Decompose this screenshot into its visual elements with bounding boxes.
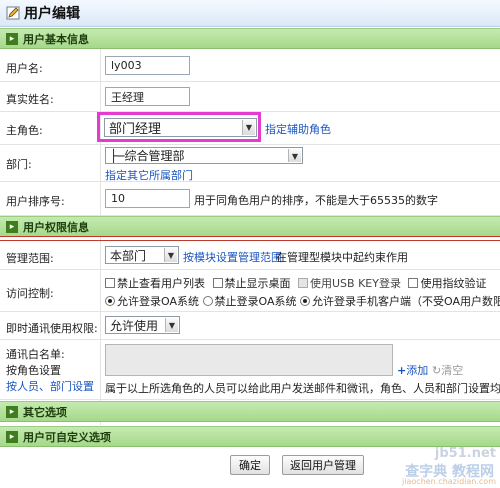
watermark-site: jb51.net <box>434 446 496 461</box>
realname-input[interactable]: 王经理 <box>105 87 190 106</box>
section-basic-info[interactable]: ▸ 用户基本信息 <box>0 28 500 49</box>
radio-allow-oa[interactable]: 允许登录OA系统 <box>105 295 199 308</box>
section-basic-title: 用户基本信息 <box>23 32 89 46</box>
section-custom-title: 用户可自定义选项 <box>23 430 111 444</box>
department-select-value: ├─综合管理部 <box>110 149 185 163</box>
access-checkbox-group: 禁止查看用户列表 禁止显示桌面 使用USB KEY登录 使用指纹验证 <box>105 275 486 291</box>
whitelist-label: 通讯白名单: <box>6 348 65 361</box>
dropdown-arrow-icon: ▼ <box>165 318 178 332</box>
manage-scope-label: 管理范围: <box>6 252 54 265</box>
sort-order-value: 10 <box>111 192 125 205</box>
sort-order-label: 用户排序号: <box>6 195 65 208</box>
clear-link-label: 清空 <box>441 364 464 377</box>
clear-icon: ↻ <box>432 364 442 377</box>
plus-icon: + <box>397 364 407 377</box>
row-manage-scope: 管理范围: 本部门 ▼ 按模块设置管理范围 在管理型模块中起约束作用 <box>0 242 500 270</box>
role-select-value: 部门经理 <box>109 122 162 137</box>
ok-button[interactable]: 确定 <box>230 455 270 475</box>
checkbox-label: 使用指纹验证 <box>420 277 487 290</box>
whitelist-textarea[interactable] <box>105 344 393 376</box>
manage-scope-value: 本部门 <box>110 248 147 263</box>
checkbox-hide-desktop[interactable]: 禁止显示桌面 <box>212 277 291 290</box>
manage-scope-note: 在管理型模块中起约束作用 <box>276 251 408 264</box>
checkbox-label: 禁止查看用户列表 <box>117 277 205 290</box>
row-access-control: 访问控制: 禁止查看用户列表 禁止显示桌面 使用USB KEY登录 使用指纹验证… <box>0 270 500 312</box>
row-role: 主角色: 部门经理 ▼ 指定辅助角色 <box>0 112 500 145</box>
edit-pencil-icon <box>6 6 20 20</box>
sort-order-input[interactable]: 10 <box>105 189 190 208</box>
checkbox-usb-key[interactable]: 使用USB KEY登录 <box>298 277 401 290</box>
checkbox-label: 使用USB KEY登录 <box>310 277 401 290</box>
whitelist-note: 属于以上所选角色的人员可以给此用户发送邮件和微讯，角色、人员和部门设置均为空时 <box>105 382 500 395</box>
access-control-label: 访问控制: <box>6 287 54 300</box>
sort-order-note: 用于同角色用户的排序，不能是大于65535的数字 <box>194 194 438 207</box>
radio-label: 允许登录手机客户端（不受OA用户数限制） <box>312 295 500 308</box>
whitelist-by-role-label: 按角色设置 <box>6 364 61 377</box>
manage-scope-select[interactable]: 本部门 ▼ <box>105 246 179 264</box>
realname-value: 王经理 <box>111 90 144 104</box>
row-username: 用户名: ly003 <box>0 50 500 82</box>
assign-other-departments-link[interactable]: 指定其它所属部门 <box>105 167 193 183</box>
dropdown-arrow-icon: ▼ <box>288 149 301 162</box>
dropdown-arrow-icon: ▼ <box>242 120 255 135</box>
section-custom-options[interactable]: ▸ 用户可自定义选项 <box>0 426 500 447</box>
assign-secondary-role-link[interactable]: 指定辅助角色 <box>265 121 331 137</box>
radio-label: 禁止登录OA系统 <box>214 295 297 308</box>
section-red-underline <box>0 240 500 241</box>
expand-arrow-icon: ▸ <box>6 405 18 418</box>
section-permission-title: 用户权限信息 <box>23 220 89 234</box>
im-permission-label: 即时通讯使用权限: <box>6 322 98 335</box>
im-permission-value: 允许使用 <box>110 318 159 333</box>
radio-deny-oa[interactable]: 禁止登录OA系统 <box>202 295 297 308</box>
radio-label: 允许登录OA系统 <box>117 295 199 308</box>
realname-label: 真实姓名: <box>6 93 54 106</box>
radio-allow-mobile[interactable]: 允许登录手机客户端（不受OA用户数限制） <box>300 295 500 308</box>
department-select[interactable]: ├─综合管理部 ▼ <box>105 147 303 164</box>
checkbox-fingerprint[interactable]: 使用指纹验证 <box>408 277 486 290</box>
row-realname: 真实姓名: 王经理 <box>0 82 500 112</box>
department-label: 部门: <box>6 158 32 171</box>
whitelist-add-link[interactable]: +添加 <box>397 362 428 378</box>
whitelist-by-user-link[interactable]: 按人员、部门设置 <box>6 378 94 394</box>
expand-arrow-icon: ▸ <box>6 430 18 443</box>
checkbox-label: 禁止显示桌面 <box>224 277 291 290</box>
role-label: 主角色: <box>6 124 43 137</box>
expand-arrow-icon: ▸ <box>6 220 18 233</box>
section-permission-info[interactable]: ▸ 用户权限信息 <box>0 216 500 237</box>
back-to-user-management-button[interactable]: 返回用户管理 <box>282 455 364 475</box>
watermark-url: jiaochen.chazidian.com <box>402 477 496 486</box>
page-title: 用户编辑 <box>24 6 80 22</box>
username-input[interactable]: ly003 <box>105 56 190 75</box>
checkbox-hide-user-list[interactable]: 禁止查看用户列表 <box>105 277 205 290</box>
add-link-label: 添加 <box>406 364 429 377</box>
module-scope-link[interactable]: 按模块设置管理范围 <box>183 249 282 265</box>
row-sort-order: 用户排序号: 10 用于同角色用户的排序，不能是大于65535的数字 <box>0 182 500 216</box>
access-radio-group: 允许登录OA系统 禁止登录OA系统 允许登录手机客户端（不受OA用户数限制） <box>105 293 500 309</box>
section-other-title: 其它选项 <box>23 405 67 419</box>
whitelist-clear-link[interactable]: ↻清空 <box>432 362 463 378</box>
username-label: 用户名: <box>6 62 43 75</box>
row-department: 部门: ├─综合管理部 ▼ 指定其它所属部门 <box>0 145 500 182</box>
row-whitelist: 通讯白名单: 按角色设置 按人员、部门设置 +添加 ↻清空 属于以上所选角色的人… <box>0 340 500 400</box>
expand-arrow-icon: ▸ <box>6 32 18 45</box>
role-select[interactable]: 部门经理 ▼ <box>104 118 257 137</box>
dropdown-arrow-icon: ▼ <box>164 248 177 262</box>
username-value: ly003 <box>111 59 142 72</box>
im-permission-select[interactable]: 允许使用 ▼ <box>105 316 180 334</box>
title-bar: 用户编辑 <box>0 0 500 27</box>
row-im-permission: 即时通讯使用权限: 允许使用 ▼ <box>0 312 500 340</box>
section-other-options[interactable]: ▸ 其它选项 <box>0 401 500 422</box>
